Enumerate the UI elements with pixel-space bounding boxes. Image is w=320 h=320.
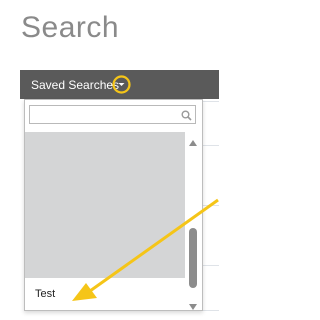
caret-down-icon (112, 75, 131, 94)
scroll-up-icon[interactable] (189, 133, 197, 151)
saved-searches-label[interactable]: Saved Searches (31, 78, 119, 92)
dropdown-search-input[interactable] (30, 107, 178, 125)
dropdown-search-field[interactable] (29, 105, 196, 126)
scrollbar-thumb[interactable] (189, 228, 197, 288)
search-icon[interactable] (181, 108, 192, 126)
saved-searches-dropdown-toggle[interactable] (112, 75, 131, 94)
saved-search-item-label: Test (35, 288, 56, 300)
dropdown-scrollbar[interactable] (186, 130, 200, 310)
scroll-down-icon[interactable] (189, 297, 197, 315)
saved-searches-list (25, 132, 185, 278)
saved-search-item[interactable]: Test (25, 285, 185, 305)
saved-searches-dropdown: Test (24, 99, 203, 311)
page-title: Search (21, 11, 120, 44)
